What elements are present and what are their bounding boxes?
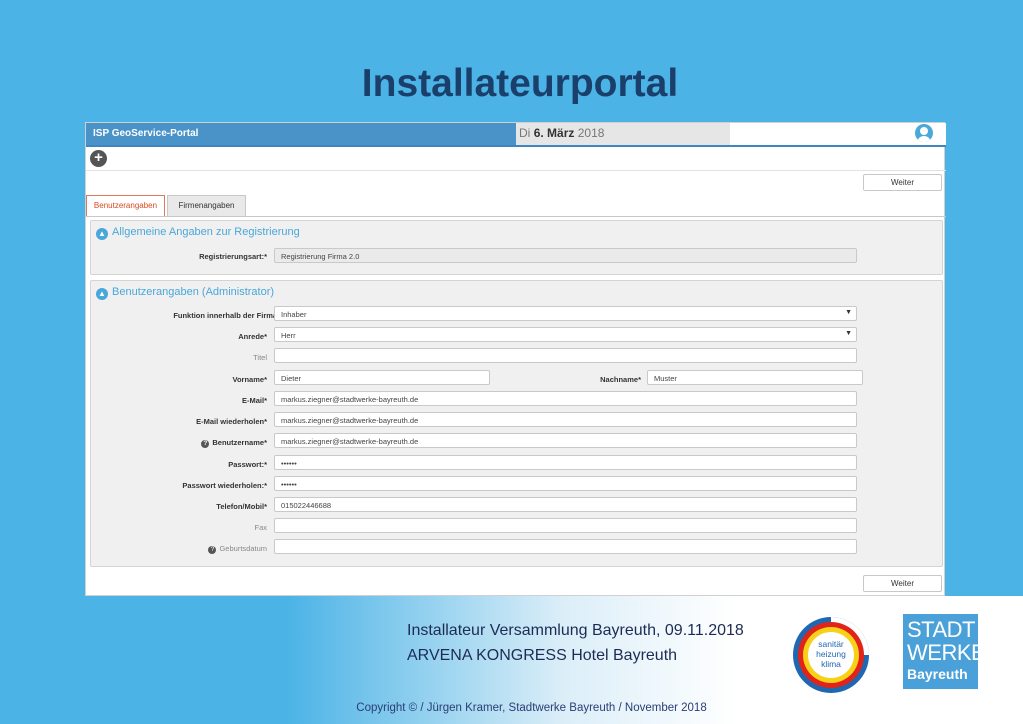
header-divider: [86, 145, 946, 147]
next-button-top[interactable]: Weiter: [863, 174, 942, 191]
plus-icon[interactable]: +: [90, 150, 107, 167]
shk-logo-text-1: sanitär: [818, 639, 844, 649]
date-day: 6. März: [533, 126, 575, 140]
event-venue: ARVENA KONGRESS Hotel Bayreuth: [407, 647, 678, 664]
chevron-up-icon: ▲: [96, 288, 108, 300]
app-name: ISP GeoService-Portal: [93, 128, 199, 139]
user-icon[interactable]: [915, 124, 933, 142]
first-name-label: Vorname*: [232, 375, 267, 384]
registration-type-field[interactable]: Registrierung Firma 2.0: [274, 248, 857, 263]
user-panel-header[interactable]: ▲ Benutzerangaben (Administrator): [96, 286, 274, 300]
stadtwerke-logo: STADT WERKE Bayreuth: [903, 614, 986, 689]
tab-benutzerangaben[interactable]: Benutzerangaben: [86, 195, 165, 216]
tab-firmenangaben[interactable]: Firmenangaben: [167, 195, 246, 216]
password-label: Passwort:*: [228, 460, 267, 469]
username-field[interactable]: markus.ziegner@stadtwerke-bayreuth.de: [274, 433, 857, 448]
salutation-select[interactable]: Herr ▼: [274, 327, 857, 342]
user-icon-head: [920, 127, 928, 135]
next-button-bottom[interactable]: Weiter: [863, 575, 942, 592]
username-label-wrap: ? Benutzername*: [91, 438, 267, 448]
header-right: [730, 123, 946, 145]
first-name-field[interactable]: Dieter: [274, 370, 490, 385]
password-field[interactable]: ••••••: [274, 455, 857, 470]
registration-panel-title: Allgemeine Angaben zur Registrierung: [112, 226, 300, 238]
slide-title: Installateurportal: [361, 62, 679, 105]
event-name: Installateur Versammlung Bayreuth, 09.11…: [407, 622, 744, 639]
stadtwerke-logo-line3: Bayreuth: [907, 666, 968, 682]
password-repeat-label: Passwort wiederholen:*: [182, 481, 267, 490]
last-name-field[interactable]: Muster: [647, 370, 863, 385]
birthdate-label: Geburtsdatum: [219, 544, 267, 553]
date-year: 2018: [577, 126, 605, 140]
title-label: Titel: [253, 353, 267, 362]
date-display: Di 6. März 2018: [516, 123, 730, 145]
email-field[interactable]: markus.ziegner@stadtwerke-bayreuth.de: [274, 391, 857, 406]
salutation-label: Anrede*: [238, 332, 267, 341]
salutation-select-value: Herr: [281, 331, 296, 340]
phone-field[interactable]: 015022446688: [274, 497, 857, 512]
stadtwerke-logo-line1: STADT: [907, 617, 975, 642]
function-select[interactable]: Inhaber ▼: [274, 306, 857, 321]
user-panel: ▲ Benutzerangaben (Administrator) Funktio…: [90, 280, 943, 567]
title-field[interactable]: [274, 348, 857, 363]
birthdate-field[interactable]: [274, 539, 857, 554]
function-label: Funktion innerhalb der Firma*: [173, 311, 280, 320]
email-repeat-field[interactable]: markus.ziegner@stadtwerke-bayreuth.de: [274, 412, 857, 427]
registration-panel-header[interactable]: ▲ Allgemeine Angaben zur Registrierung: [96, 226, 300, 240]
last-name-label: Nachname*: [600, 375, 641, 384]
fax-label: Fax: [254, 523, 267, 532]
shk-logo-text-3: klima: [821, 659, 841, 669]
stadtwerke-logo-line2: WERKE: [907, 640, 986, 665]
app-screenshot: ISP GeoService-Portal Di 6. März 2018 + …: [85, 122, 946, 596]
tab-bar: Benutzerangaben Firmenangaben: [86, 195, 946, 216]
date-weekday: Di: [519, 126, 531, 140]
username-label: Benutzername*: [212, 438, 267, 447]
birthdate-label-wrap: ? Geburtsdatum: [91, 544, 267, 554]
app-header-bar: ISP GeoService-Portal: [86, 123, 516, 145]
user-icon-body: [917, 136, 931, 142]
caret-down-icon: ▼: [845, 309, 852, 316]
phone-label: Telefon/Mobil*: [216, 502, 267, 511]
function-select-value: Inhaber: [281, 310, 307, 319]
tab-divider: [86, 216, 946, 217]
fax-field[interactable]: [274, 518, 857, 533]
toolbar-divider: [86, 170, 946, 171]
password-repeat-field[interactable]: ••••••: [274, 476, 857, 491]
user-panel-title: Benutzerangaben (Administrator): [112, 286, 275, 298]
registration-type-label: Registrierungsart:*: [199, 252, 267, 261]
email-repeat-label: E-Mail wiederholen*: [196, 417, 267, 426]
shk-logo: sanitär heizung klima: [790, 614, 872, 696]
app-header: ISP GeoService-Portal Di 6. März 2018: [86, 123, 946, 145]
email-label: E-Mail*: [241, 396, 267, 405]
caret-down-icon: ▼: [845, 330, 852, 337]
shk-logo-text-2: heizung: [816, 649, 846, 659]
chevron-up-icon: ▲: [96, 228, 108, 240]
registration-panel: ▲ Allgemeine Angaben zur Registrierung Re…: [90, 220, 943, 275]
copyright-text: Copyright © / Jürgen Kramer, Stadtwerke …: [356, 702, 707, 714]
help-icon[interactable]: ?: [201, 440, 210, 448]
help-icon[interactable]: ?: [208, 546, 217, 554]
